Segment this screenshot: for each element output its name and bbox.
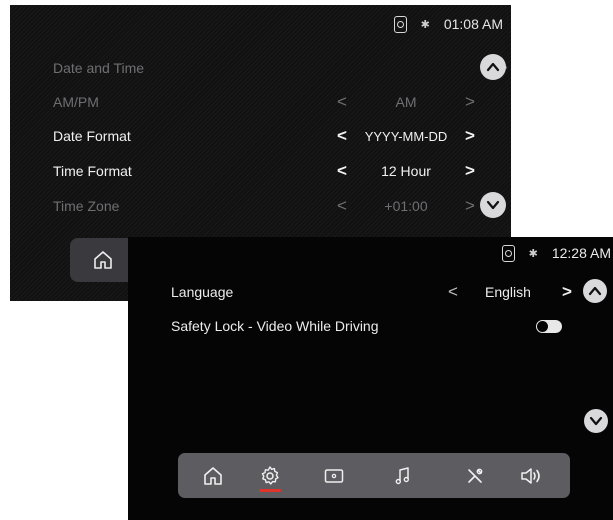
active-indicator [259,489,281,492]
home-icon [94,251,112,269]
chevron-left-icon[interactable]: < [336,126,348,146]
chevron-right-icon[interactable]: > [464,92,476,112]
chevron-right-icon[interactable]: > [561,282,573,302]
chevron-left-icon[interactable]: < [336,92,348,112]
chevron-down-icon [589,416,603,426]
language-row: Language < English > [171,279,581,305]
row-label: Date Format [53,128,131,144]
phone-link-icon [501,244,515,262]
clock: 01:08 AM [443,16,503,32]
nav-tools[interactable] [460,453,490,498]
date-and-time-row: Date and Time > [53,53,511,83]
time-format-row: Time Format < 12 Hour > [53,156,511,186]
chevron-down-icon [486,200,500,210]
row-label: AM/PM [53,94,99,110]
bluetooth-icon: ✱ [528,247,538,260]
screen-mirror-icon [324,468,344,483]
am-pm-selector: < AM > [336,92,476,112]
chevron-left-icon[interactable]: < [336,196,348,216]
chevron-up-icon [588,286,602,296]
home-icon [204,466,222,485]
safety-lock-toggle[interactable] [536,320,562,333]
row-label: Time Format [53,163,132,179]
am-pm-row: AM/PM < AM > [53,87,511,117]
bluetooth-icon: ✱ [420,18,430,31]
nav-settings[interactable] [255,453,285,498]
nav-screen-mirror[interactable] [319,453,349,498]
phone-link-icon [393,15,407,33]
chevron-right-icon[interactable]: > [464,196,476,216]
language-value: English [485,284,531,300]
row-label: Language [171,284,234,300]
scroll-down-button[interactable] [584,409,608,433]
chevron-left-icon[interactable]: < [447,282,459,302]
nav-volume[interactable] [515,453,549,498]
scroll-down-button[interactable] [480,192,506,218]
scroll-up-button[interactable] [480,54,506,80]
chevron-up-icon [486,62,500,72]
row-label: Date and Time [53,60,145,76]
row-label: Time Zone [53,198,120,214]
time-zone-value: +01:00 [384,198,428,214]
time-format-value: 12 Hour [381,163,431,179]
nav-music[interactable] [388,453,418,498]
clock: 12:28 AM [551,245,611,261]
time-format-selector: < 12 Hour > [336,161,476,181]
date-format-selector: < YYYY-MM-DD > [336,126,476,146]
safety-lock-row: Safety Lock - Video While Driving [171,313,379,339]
chevron-right-icon[interactable]: > [464,126,476,146]
time-zone-selector: < +01:00 > [336,196,476,216]
status-bar: ✱ 01:08 AM [393,10,503,38]
scroll-up-button[interactable] [583,279,607,303]
date-format-value: YYYY-MM-DD [364,128,448,144]
bottom-navigation-bar [178,453,570,498]
time-zone-row: Time Zone < +01:00 > [53,191,511,221]
nav-home[interactable] [198,453,228,498]
row-label: Safety Lock - Video While Driving [171,318,379,334]
volume-icon [521,467,540,484]
music-icon [395,466,410,484]
settings-icon [261,465,279,485]
tools-icon [468,468,483,483]
general-settings-screen: ✱ 12:28 AM Language < English > Safety L… [128,237,613,520]
chevron-right-icon[interactable]: > [464,161,476,181]
am-pm-value: AM [395,94,417,110]
status-bar: ✱ 12:28 AM [501,241,611,265]
chevron-left-icon[interactable]: < [336,161,348,181]
date-format-row: Date Format < YYYY-MM-DD > [53,121,511,151]
